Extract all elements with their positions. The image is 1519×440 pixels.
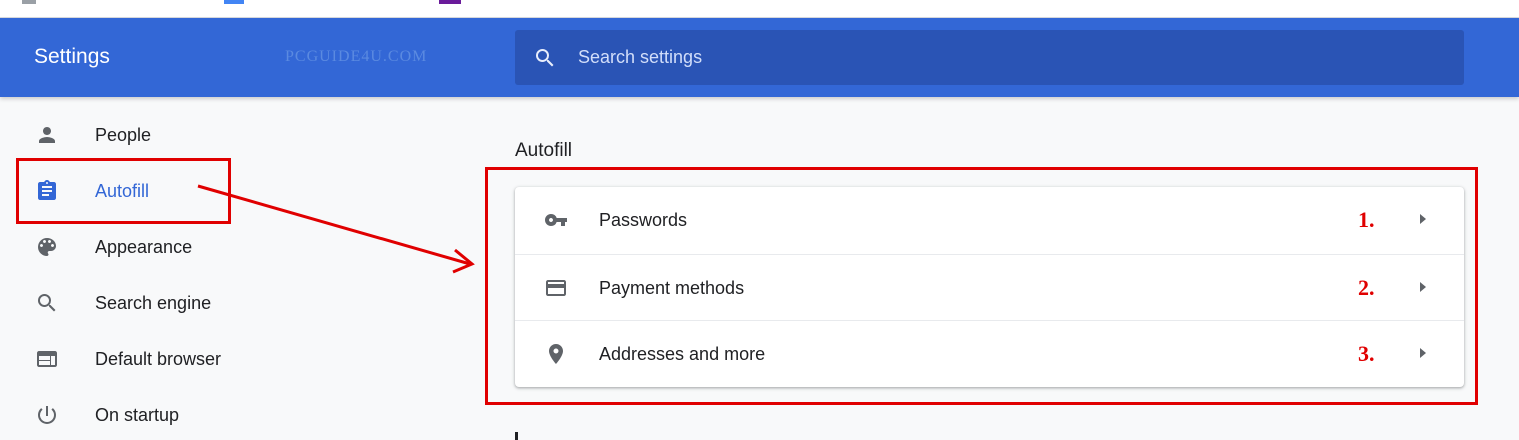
next-section-fragment	[515, 432, 518, 440]
annotation-arrow	[197, 184, 475, 274]
